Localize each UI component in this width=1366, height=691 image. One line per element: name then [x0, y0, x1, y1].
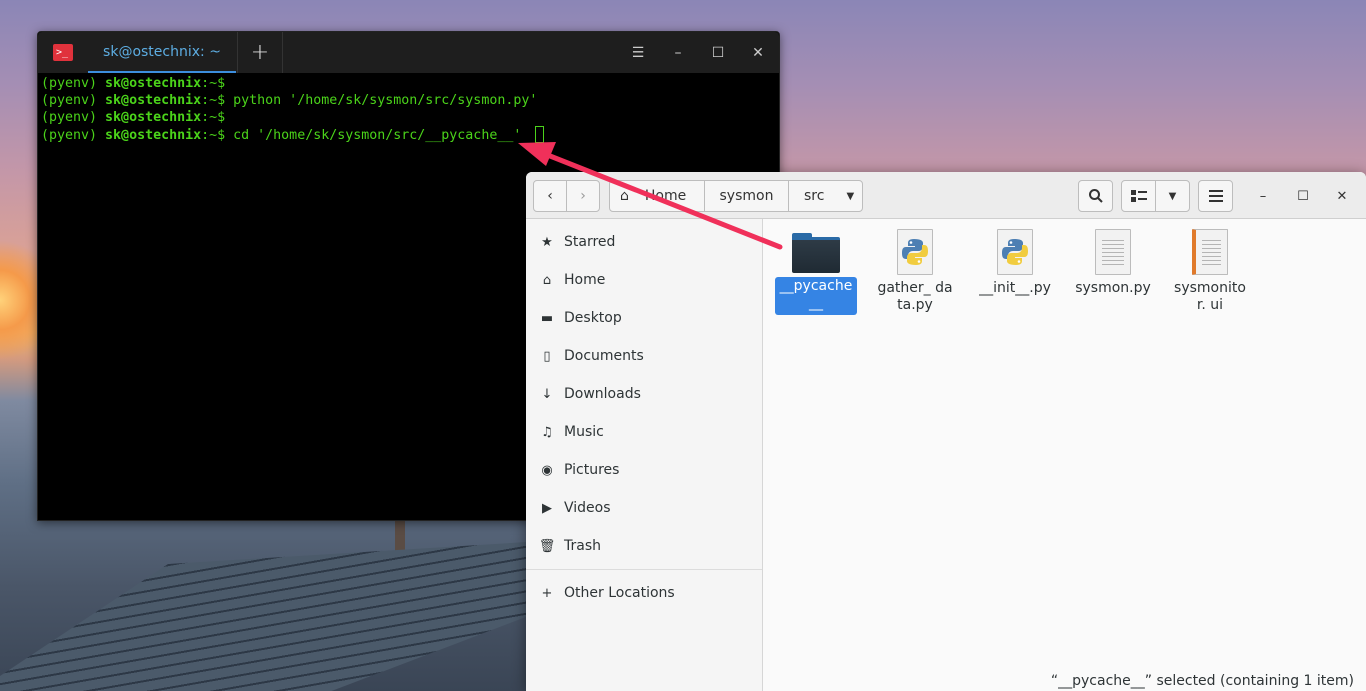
- terminal-line: (pyenv) sk@ostechnix:~$ python '/home/sk…: [41, 93, 538, 108]
- file-manager-headerbar: ‹ › ⌂ Home sysmon src ▼ ▼ – ☐ ✕: [526, 172, 1366, 219]
- sidebar-item-trash[interactable]: 🗑 Trash: [526, 527, 762, 565]
- dropdown-arrow-icon: ▼: [846, 190, 855, 202]
- terminal-minimize-icon[interactable]: –: [663, 32, 693, 73]
- breadcrumb-home-label: Home: [644, 188, 687, 204]
- sidebar-item-label: Videos: [564, 500, 611, 516]
- sidebar-item-label: Home: [564, 272, 606, 288]
- sidebar-item-desktop[interactable]: ▬ Desktop: [526, 299, 762, 337]
- home-icon: ⌂: [542, 272, 552, 288]
- terminal-tab[interactable]: sk@ostechnix: ~: [88, 32, 236, 73]
- trash-icon: 🗑: [538, 538, 556, 554]
- folder-icon: [792, 233, 840, 273]
- star-icon: ★: [541, 234, 553, 250]
- sidebar-item-documents[interactable]: ▯ Documents: [526, 337, 762, 375]
- terminal-line: (pyenv) sk@ostechnix:~$: [41, 110, 226, 125]
- terminal-output[interactable]: (pyenv) sk@ostechnix:~$ (pyenv) sk@ostec…: [38, 73, 779, 146]
- status-bar-text: “__pycache__” selected (containing 1 ite…: [1050, 673, 1354, 689]
- terminal-tab-title: sk@ostechnix: ~: [103, 43, 221, 60]
- sidebar-item-starred[interactable]: ★ Starred: [526, 223, 762, 261]
- terminal-icon: >_: [53, 44, 73, 61]
- view-toggle-button[interactable]: [1121, 180, 1156, 212]
- file-name: gather_ data.py: [877, 280, 953, 313]
- sidebar-item-label: Starred: [564, 234, 616, 250]
- breadcrumb-sysmon[interactable]: sysmon: [704, 180, 789, 212]
- sidebar-item-downloads[interactable]: ↓ Downloads: [526, 375, 762, 413]
- download-icon: ↓: [541, 386, 553, 402]
- sidebar-item-label: Other Locations: [564, 585, 675, 601]
- sidebar-item-videos[interactable]: ▶ Videos: [526, 489, 762, 527]
- terminal-maximize-icon[interactable]: ☐: [703, 32, 733, 73]
- music-icon: ♫: [541, 424, 553, 440]
- file-name: __init__.py: [979, 280, 1051, 296]
- view-options-button[interactable]: ▼: [1155, 180, 1190, 212]
- main-menu-button[interactable]: [1198, 180, 1233, 212]
- search-icon: [1088, 189, 1103, 203]
- file-item-init[interactable]: __init__.py: [974, 229, 1056, 300]
- camera-icon: ◉: [541, 462, 553, 478]
- close-icon[interactable]: ✕: [1327, 180, 1357, 212]
- new-tab-button[interactable]: +: [237, 32, 283, 73]
- terminal-cursor: [535, 126, 545, 143]
- file-name: sysmonitor. ui: [1174, 280, 1246, 313]
- sidebar-divider: [526, 569, 762, 570]
- maximize-icon[interactable]: ☐: [1288, 180, 1318, 212]
- terminal-menu-icon[interactable]: ☰: [623, 32, 653, 73]
- sidebar-item-label: Trash: [564, 538, 601, 554]
- breadcrumb-home[interactable]: ⌂ Home: [609, 180, 705, 212]
- document-icon: ▯: [543, 348, 551, 364]
- sidebar-item-home[interactable]: ⌂ Home: [526, 261, 762, 299]
- file-view[interactable]: __pycache__ gather_ data.py __init__.py …: [764, 219, 1366, 691]
- plus-icon: +: [541, 585, 553, 601]
- back-button[interactable]: ‹: [533, 180, 567, 212]
- sidebar-item-label: Pictures: [564, 462, 620, 478]
- file-item-pycache[interactable]: __pycache__: [775, 229, 857, 315]
- sidebar-item-label: Desktop: [564, 310, 622, 326]
- sidebar-item-label: Downloads: [564, 386, 641, 402]
- file-name: __pycache__: [775, 277, 857, 315]
- forward-button[interactable]: ›: [566, 180, 600, 212]
- terminal-line: (pyenv) sk@ostechnix:~$ cd '/home/sk/sys…: [41, 126, 776, 144]
- sidebar-item-label: Documents: [564, 348, 644, 364]
- python-file-icon: [897, 229, 933, 275]
- chevron-left-icon: ‹: [547, 188, 553, 204]
- hamburger-menu-icon: [1208, 190, 1223, 202]
- ui-file-icon: [1192, 229, 1228, 275]
- sidebar-item-other-locations[interactable]: + Other Locations: [526, 574, 762, 612]
- folder-icon: ▬: [540, 310, 554, 326]
- breadcrumb-src-label: src: [804, 188, 825, 204]
- video-icon: ▶: [542, 500, 552, 516]
- file-item-gather-data[interactable]: gather_ data.py: [874, 229, 956, 317]
- home-icon: ⌂: [620, 188, 629, 204]
- terminal-close-icon[interactable]: ✕: [743, 32, 773, 73]
- sidebar-item-music[interactable]: ♫ Music: [526, 413, 762, 451]
- chevron-right-icon: ›: [580, 188, 586, 204]
- file-name: sysmon.py: [1075, 280, 1151, 296]
- python-file-icon: [997, 229, 1033, 275]
- breadcrumb-sysmon-label: sysmon: [719, 188, 774, 204]
- dropdown-arrow-icon: ▼: [1168, 190, 1177, 202]
- list-view-icon: [1130, 190, 1147, 202]
- minimize-icon[interactable]: –: [1248, 180, 1278, 212]
- file-item-sysmonitor-ui[interactable]: sysmonitor. ui: [1169, 229, 1251, 317]
- file-item-sysmon[interactable]: sysmon.py: [1072, 229, 1154, 300]
- sidebar-item-label: Music: [564, 424, 604, 440]
- wooden-dock: [0, 540, 560, 691]
- search-button[interactable]: [1078, 180, 1113, 212]
- file-manager-window[interactable]: ‹ › ⌂ Home sysmon src ▼ ▼ – ☐ ✕ ★ Starred…: [526, 172, 1366, 691]
- terminal-line: (pyenv) sk@ostechnix:~$: [41, 76, 226, 91]
- terminal-headerbar: >_ sk@ostechnix: ~ + ☰ – ☐ ✕: [38, 32, 779, 73]
- sidebar-item-pictures[interactable]: ◉ Pictures: [526, 451, 762, 489]
- breadcrumb-src[interactable]: src ▼: [788, 180, 863, 212]
- text-file-icon: [1095, 229, 1131, 275]
- places-sidebar: ★ Starred ⌂ Home ▬ Desktop ▯ Documents ↓ Down…: [526, 219, 763, 691]
